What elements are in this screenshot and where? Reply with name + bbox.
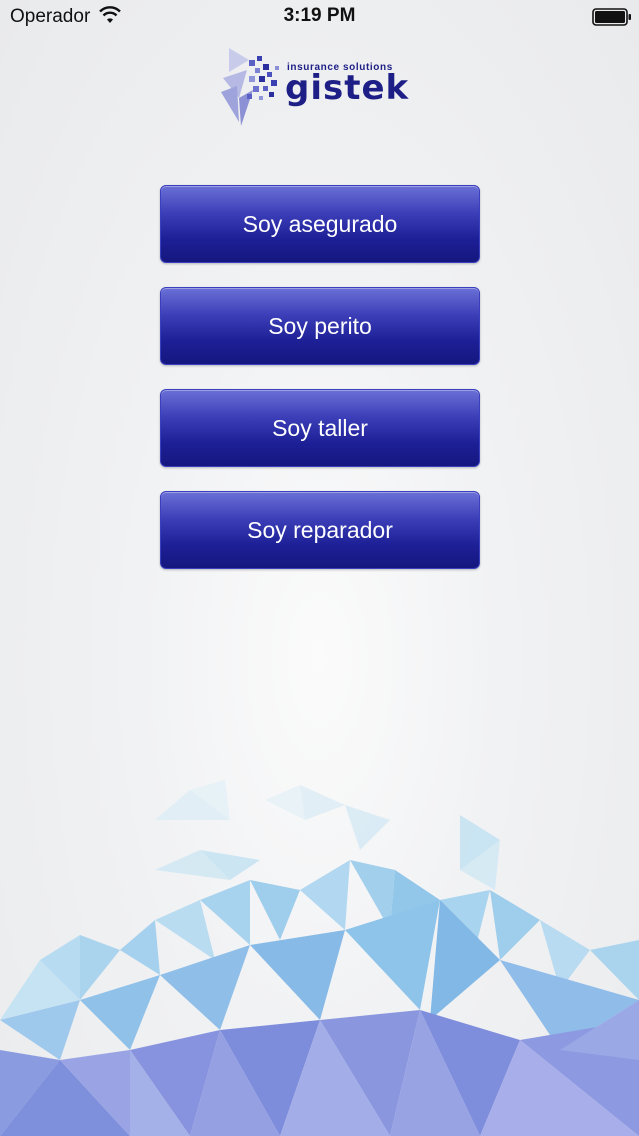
role-menu: Soy asegurado Soy perito Soy taller Soy … xyxy=(160,185,480,593)
battery-full-icon xyxy=(592,8,631,26)
expert-button[interactable]: Soy perito xyxy=(160,287,480,365)
workshop-button[interactable]: Soy taller xyxy=(160,389,480,467)
logo-wordmark: gistek xyxy=(285,68,410,108)
gistek-logo: insurance solutions gistek xyxy=(219,46,423,126)
status-bar: Operador 3:19 PM xyxy=(0,0,639,34)
insured-button[interactable]: Soy asegurado xyxy=(160,185,480,263)
background-pattern xyxy=(0,780,639,1136)
status-time: 3:19 PM xyxy=(283,5,356,26)
logo-mark-icon xyxy=(221,48,279,126)
repairer-button[interactable]: Soy reparador xyxy=(160,491,480,569)
